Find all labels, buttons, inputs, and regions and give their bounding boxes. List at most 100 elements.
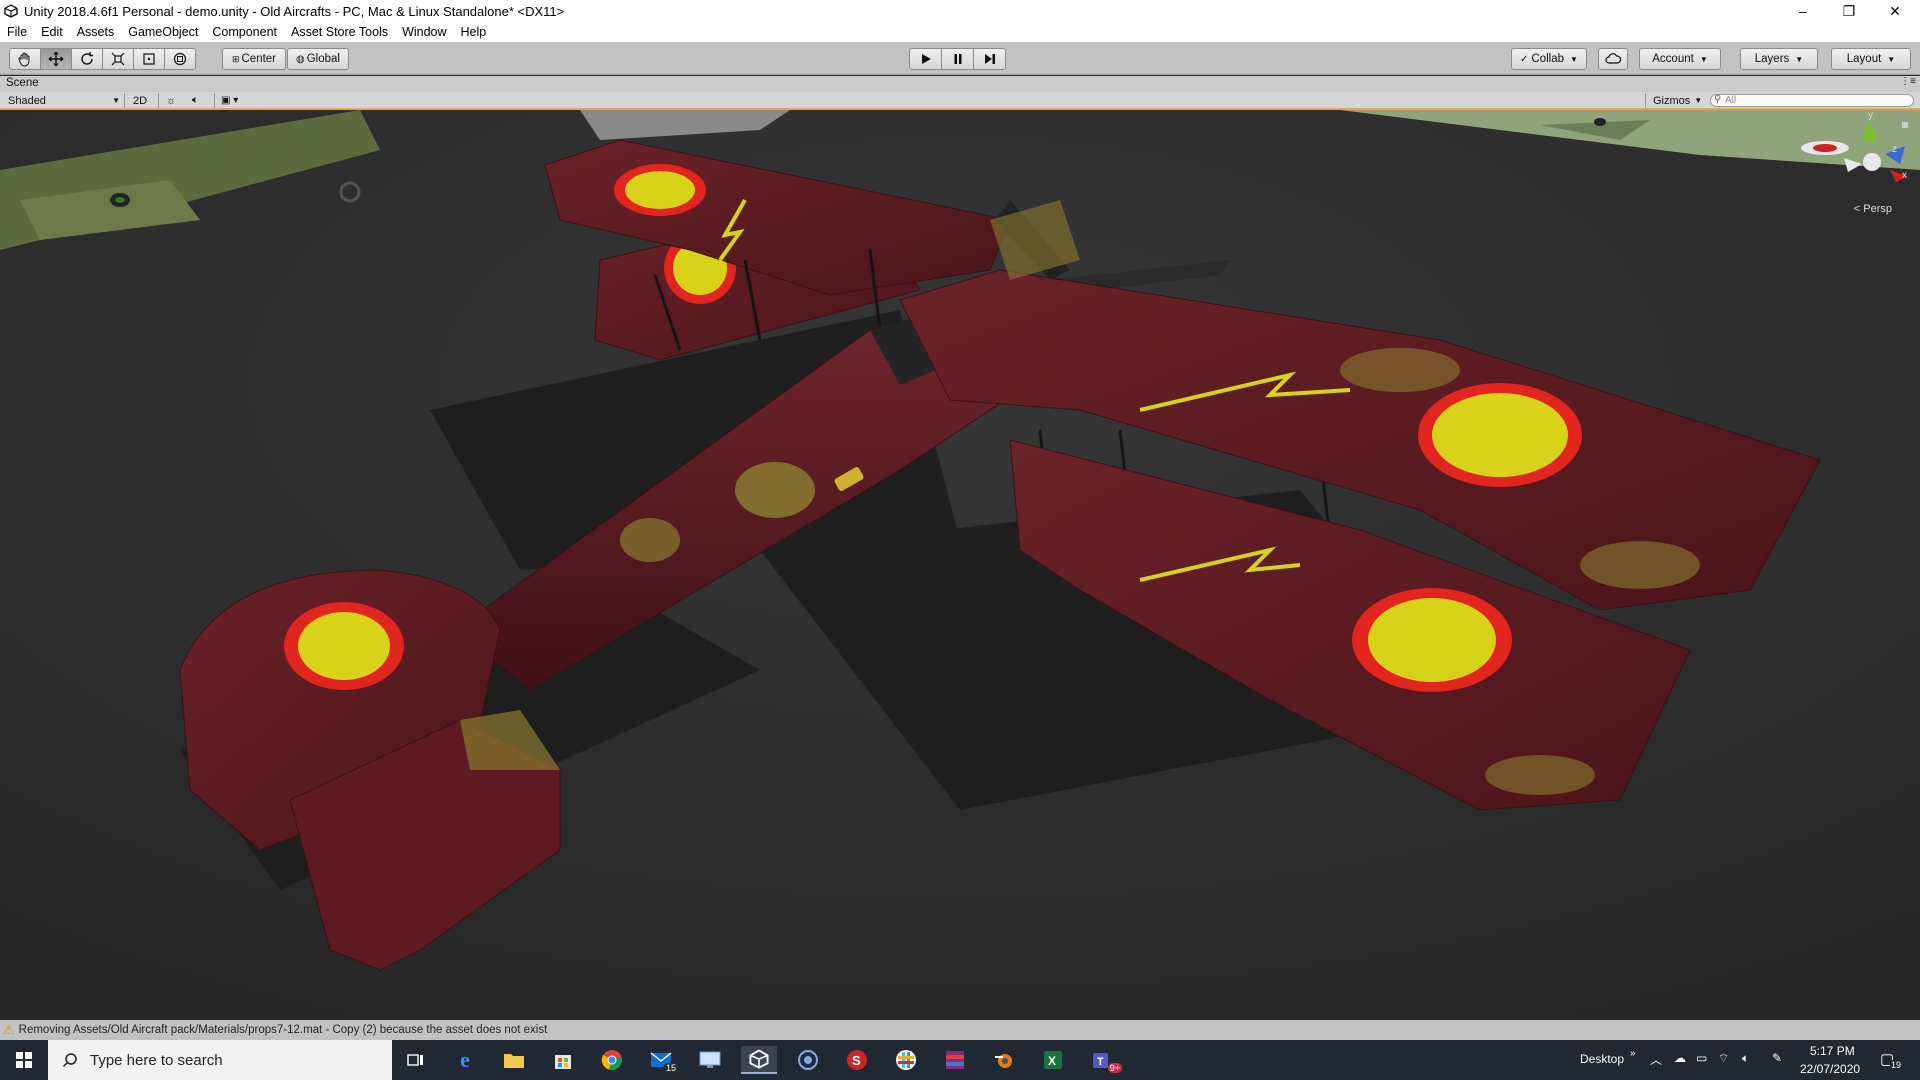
- scene-toolbar: Shaded ▼ 2D ☼ 🔈︎ ▣ ▾ Gizmos ▼ All ⚲: [0, 92, 1920, 110]
- scale-icon: [111, 52, 125, 66]
- warning-icon: ⚠: [3, 1022, 15, 1037]
- toolbar-expand-icon[interactable]: »: [1630, 1048, 1636, 1059]
- chevron-down-icon: ▼: [1699, 54, 1708, 64]
- rotate-icon: [81, 52, 93, 65]
- battery-icon[interactable]: ▭: [1696, 1051, 1707, 1065]
- lock-icon[interactable]: [1902, 122, 1908, 128]
- cloud-sync-icon[interactable]: ☁: [1674, 1051, 1686, 1065]
- search-icon: ⚲: [1714, 94, 1722, 105]
- restore-button[interactable]: ❐: [1826, 0, 1872, 22]
- minimize-button[interactable]: –: [1780, 0, 1826, 22]
- cinema4d-icon[interactable]: [790, 1046, 826, 1074]
- menu-gameobject[interactable]: GameObject: [121, 25, 205, 39]
- excel-icon[interactable]: X: [1035, 1046, 1071, 1074]
- move-arrows-icon: [48, 51, 64, 67]
- scene-tab[interactable]: Scene: [6, 77, 39, 89]
- layout-dropdown[interactable]: Layout ▼: [1831, 48, 1911, 70]
- layers-dropdown[interactable]: Layers ▼: [1740, 48, 1818, 70]
- notification-center-button[interactable]: ▢ 19: [1878, 1048, 1903, 1072]
- notification-count: 19: [1890, 1060, 1903, 1070]
- winrar-icon[interactable]: [937, 1046, 973, 1074]
- globe-icon: ◍: [296, 53, 305, 65]
- blender-icon[interactable]: [986, 1046, 1022, 1074]
- pivot-rotation-label: Global: [306, 53, 340, 65]
- rotate-tool-button[interactable]: [71, 48, 103, 70]
- start-button[interactable]: [0, 1040, 48, 1080]
- 2d-toggle[interactable]: 2D: [133, 93, 147, 108]
- slack-icon[interactable]: [888, 1046, 924, 1074]
- store-icon[interactable]: [545, 1046, 581, 1074]
- unity-logo-icon: [4, 4, 18, 18]
- pen-icon[interactable]: ✎: [1772, 1051, 1782, 1065]
- transform-tool-button[interactable]: [164, 48, 196, 70]
- menu-file[interactable]: File: [0, 25, 34, 39]
- chevron-down-icon: ▼: [1887, 54, 1896, 64]
- menu-component[interactable]: Component: [205, 25, 284, 39]
- account-dropdown[interactable]: Account ▼: [1639, 48, 1721, 70]
- wifi-icon[interactable]: ⌔: [1718, 1051, 1729, 1066]
- play-icon: [921, 54, 931, 64]
- task-view-icon[interactable]: [398, 1046, 434, 1074]
- unity-taskbar-icon[interactable]: [741, 1046, 777, 1074]
- gizmos-dropdown[interactable]: Gizmos ▼: [1653, 93, 1702, 108]
- step-button[interactable]: [973, 48, 1006, 70]
- pivot-rotation-button[interactable]: ◍ Global: [287, 48, 349, 70]
- scene-search-input[interactable]: All: [1710, 94, 1914, 107]
- chevron-down-icon: ▼: [1795, 54, 1804, 64]
- scene-render: y z x: [0, 110, 1920, 1020]
- tab-menu-icon[interactable]: ⋮≡: [1900, 76, 1916, 87]
- chevron-down-icon: ▼: [112, 96, 120, 105]
- cloud-button[interactable]: [1598, 48, 1628, 70]
- window-title-bar: Unity 2018.4.6f1 Personal - demo.unity -…: [0, 0, 1920, 22]
- pause-button[interactable]: [941, 48, 974, 70]
- scene-viewport[interactable]: y z x < Persp: [0, 110, 1920, 1020]
- divider: [214, 93, 215, 108]
- pivot-mode-button[interactable]: ⊞ Center: [222, 48, 286, 70]
- scene-tab-header: Scene ⋮≡: [0, 76, 1920, 92]
- shading-mode-dropdown[interactable]: Shaded ▼: [8, 93, 120, 108]
- console-message: Removing Assets/Old Aircraft pack/Materi…: [18, 1024, 548, 1036]
- volume-icon[interactable]: 🔈︎: [1742, 1051, 1749, 1066]
- effects-toggle-icon[interactable]: ▣ ▾: [221, 93, 238, 108]
- scale-tool-button[interactable]: [102, 48, 134, 70]
- taskbar-search-input[interactable]: Type here to search: [48, 1040, 392, 1080]
- chevron-down-icon: ▼: [1694, 96, 1703, 105]
- substance-icon[interactable]: S: [839, 1046, 875, 1074]
- menu-window[interactable]: Window: [395, 25, 453, 39]
- chrome-icon[interactable]: [594, 1046, 630, 1074]
- gizmo-z-label: z: [1892, 144, 1897, 155]
- tray-overflow-icon[interactable]: ︿: [1650, 1051, 1662, 1068]
- play-button[interactable]: [909, 48, 942, 70]
- pause-icon: [954, 54, 961, 64]
- projection-label[interactable]: < Persp: [1854, 203, 1892, 215]
- hand-tool-button[interactable]: [9, 48, 41, 70]
- step-icon: [984, 54, 995, 64]
- remote-desktop-icon[interactable]: [692, 1046, 728, 1074]
- gizmos-label: Gizmos: [1653, 94, 1691, 107]
- file-explorer-icon[interactable]: [496, 1046, 532, 1074]
- teams-icon[interactable]: T 9+: [1084, 1046, 1122, 1074]
- divider: [158, 93, 159, 108]
- menu-help[interactable]: Help: [454, 25, 494, 39]
- clock-date[interactable]: 22/07/2020: [1800, 1062, 1860, 1076]
- menu-assets[interactable]: Assets: [70, 25, 122, 39]
- divider: [1645, 93, 1646, 108]
- clock-time[interactable]: 5:17 PM: [1810, 1044, 1855, 1058]
- menu-edit[interactable]: Edit: [34, 25, 70, 39]
- audio-toggle-icon[interactable]: 🔈︎: [192, 93, 199, 108]
- mail-badge: 15: [662, 1063, 679, 1073]
- collab-dropdown[interactable]: ✓ Collab ▼: [1511, 48, 1587, 70]
- console-status-bar[interactable]: ⚠ Removing Assets/Old Aircraft pack/Mate…: [0, 1020, 1920, 1040]
- edge-browser-icon[interactable]: e: [447, 1046, 483, 1074]
- menu-asset-store-tools[interactable]: Asset Store Tools: [284, 25, 395, 39]
- lighting-toggle-icon[interactable]: ☼: [166, 93, 176, 108]
- move-tool-button[interactable]: [40, 48, 72, 70]
- teams-badge: 9+: [1107, 1063, 1122, 1073]
- mail-icon[interactable]: 15: [643, 1046, 679, 1074]
- desktop-toolbar-label[interactable]: Desktop: [1580, 1052, 1624, 1066]
- close-button[interactable]: ✕: [1872, 0, 1918, 22]
- search-placeholder: Type here to search: [90, 1051, 223, 1069]
- projection-label-text: Persp: [1863, 203, 1892, 215]
- rect-tool-button[interactable]: [133, 48, 165, 70]
- gizmo-x-label: x: [1902, 170, 1907, 181]
